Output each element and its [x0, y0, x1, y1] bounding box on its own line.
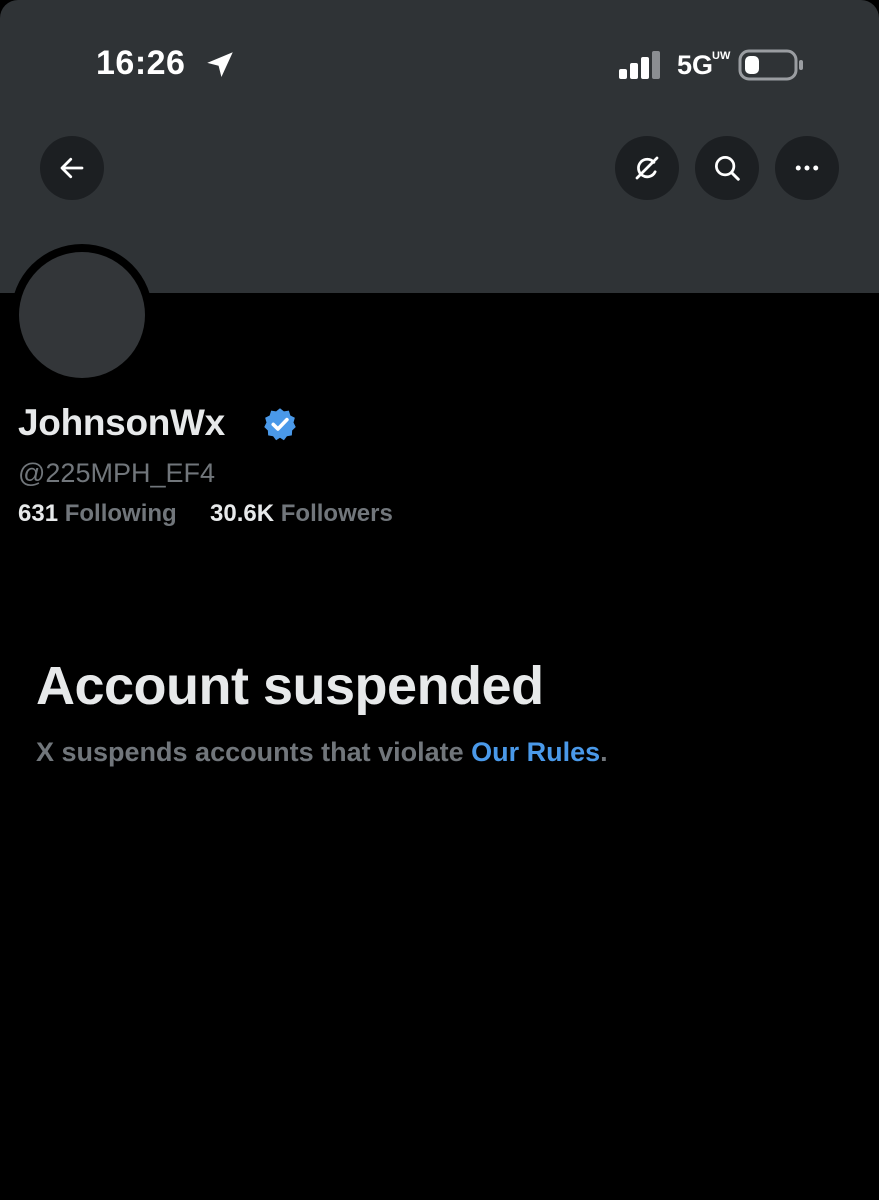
back-button[interactable] [40, 136, 104, 200]
status-time: 16:26 [96, 44, 186, 82]
followers-count: 30.6K [210, 500, 275, 527]
suspension-message: X suspends accounts that violate Our Rul… [36, 737, 608, 768]
status-bar: 16:26 5G UW [0, 0, 879, 130]
followers-link[interactable]: 30.6K Followers [210, 500, 393, 527]
following-link[interactable]: 631 Following [18, 500, 183, 527]
suspension-message-suffix: . [600, 737, 608, 767]
battery-icon [738, 49, 803, 81]
followers-label: Followers [280, 500, 393, 527]
grok-icon [635, 156, 659, 180]
avatar[interactable] [19, 252, 145, 378]
network-type: 5G [677, 50, 714, 80]
more-button[interactable] [775, 136, 839, 200]
verified-badge-icon[interactable] [262, 406, 298, 442]
suspension-title: Account suspended [36, 656, 544, 716]
arrow-left-icon [60, 157, 84, 179]
following-label: Following [64, 500, 177, 527]
suspension-message-prefix: X suspends accounts that violate [36, 737, 472, 767]
following-count: 631 [18, 500, 59, 527]
grok-button[interactable] [615, 136, 679, 200]
display-name: JohnsonWx [18, 402, 225, 443]
our-rules-link[interactable]: Our Rules [471, 737, 600, 767]
search-button[interactable] [695, 136, 759, 200]
search-icon [715, 156, 740, 181]
network-subtype: UW [712, 50, 731, 62]
location-arrow-icon [207, 52, 233, 78]
user-handle: @225MPH_EF4 [18, 458, 215, 488]
cellular-signal-icon [619, 51, 660, 79]
more-icon [795, 165, 819, 171]
follow-stats: 631 Following 30.6K Followers [18, 500, 393, 528]
